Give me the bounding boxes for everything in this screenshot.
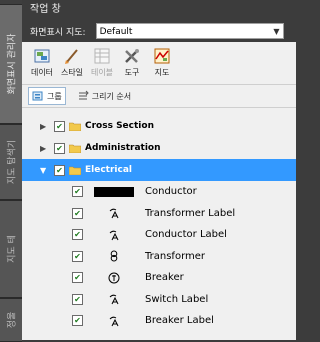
draw-order-icon (78, 90, 89, 100)
layer-checkbox[interactable]: ✔ (72, 315, 83, 327)
tree-group-label: Cross Section (85, 121, 154, 131)
transformer-symbol-icon (91, 250, 137, 262)
layer-checkbox[interactable]: ✔ (72, 229, 83, 241)
expand-arrow-icon[interactable]: ▶ (40, 144, 48, 153)
task-pane-title: 작업 창 (22, 0, 296, 20)
display-map-value: Default (99, 27, 133, 37)
tab-draw-order[interactable]: 그리기 순서 (74, 88, 134, 104)
view-mode-tabs: 그룹 그리기 순서 (22, 85, 296, 108)
tool-table[interactable]: 테이블 (88, 42, 116, 78)
folder-icon (69, 144, 81, 153)
side-tab-label: 정울 (7, 311, 18, 329)
group-checkbox[interactable]: ✔ (54, 120, 65, 132)
layer-row-breaker[interactable]: ✔ Breaker (22, 267, 296, 289)
label-a-icon (91, 207, 137, 219)
breaker-symbol-icon (91, 272, 137, 284)
tool-label: 데이터 (30, 68, 54, 77)
group-checkbox[interactable]: ✔ (54, 142, 65, 154)
expand-arrow-icon[interactable]: ▶ (40, 122, 48, 131)
side-tab-map-book[interactable]: 지도 테 (0, 200, 22, 298)
tree-group-administration[interactable]: ▶ ✔ Administration (22, 137, 296, 159)
layer-label: Transformer (145, 250, 206, 262)
group-icon (32, 91, 43, 101)
side-tab-label: 지도 탐색기 (7, 139, 18, 185)
tool-label: 스타일 (60, 68, 84, 77)
label-a-icon (91, 293, 137, 305)
label-a-icon (91, 315, 137, 327)
side-tab-label: 지도 테 (7, 235, 18, 263)
layer-row-conductor-label[interactable]: ✔ Conductor Label (22, 224, 296, 246)
tool-data[interactable]: 데이터 (28, 42, 56, 78)
layer-checkbox[interactable]: ✔ (72, 186, 83, 198)
task-pane: 작업 창 화면표시 지도: Default ▼ 데이터 스타일 테이블 도구 지… (22, 0, 296, 340)
side-tab-map-explorer[interactable]: 지도 탐색기 (0, 124, 22, 200)
layer-checkbox[interactable]: ✔ (72, 250, 83, 262)
tab-draw-order-label: 그리기 순서 (91, 91, 132, 101)
layer-label: Conductor (145, 186, 197, 198)
tool-map[interactable]: 지도 (148, 42, 176, 78)
layer-row-conductor[interactable]: ✔ Conductor (22, 181, 296, 203)
tool-label: 테이블 (90, 68, 114, 77)
tool-label: 도구 (124, 68, 140, 77)
layer-label: Switch Label (145, 293, 209, 305)
side-tab-fourth[interactable]: 정울 (0, 298, 22, 342)
tab-group[interactable]: 그룹 (28, 87, 66, 105)
tool-tools[interactable]: 도구 (118, 42, 146, 78)
layer-checkbox[interactable]: ✔ (72, 293, 83, 305)
tree-group-electrical[interactable]: ▼ ✔ Electrical (22, 159, 296, 181)
tree-group-label: Administration (85, 143, 161, 153)
folder-icon (69, 122, 81, 131)
label-a-icon (91, 229, 137, 241)
tree-group-cross-section[interactable]: ▶ ✔ Cross Section (22, 115, 296, 137)
tool-style[interactable]: 스타일 (58, 42, 86, 78)
layer-row-switch-label[interactable]: ✔ Switch Label (22, 289, 296, 311)
black-bar-icon (91, 186, 137, 197)
tools-icon (122, 46, 142, 66)
side-tab-strip: 화면표시 관리자 지도 탐색기 지도 테 정울 (0, 0, 22, 342)
style-brush-icon (62, 46, 82, 66)
layer-label: Breaker (145, 272, 184, 284)
layer-checkbox[interactable]: ✔ (72, 207, 83, 219)
tree-group-label: Electrical (85, 165, 132, 175)
map-icon (152, 46, 172, 66)
folder-icon (69, 166, 81, 175)
tool-label: 지도 (154, 68, 170, 77)
layer-label: Transformer Label (145, 207, 236, 219)
layer-row-transformer[interactable]: ✔ Transformer (22, 246, 296, 268)
display-map-select[interactable]: Default ▼ (95, 23, 284, 39)
layer-row-breaker-label[interactable]: ✔ Breaker Label (22, 310, 296, 332)
chevron-down-icon: ▼ (273, 27, 280, 36)
tab-group-label: 그룹 (47, 91, 62, 101)
data-icon (32, 46, 52, 66)
side-tab-display-manager[interactable]: 화면표시 관리자 (0, 4, 22, 124)
layer-label: Breaker Label (145, 315, 214, 327)
display-manager-toolbar: 데이터 스타일 테이블 도구 지도 (22, 42, 296, 85)
collapse-arrow-icon[interactable]: ▼ (40, 166, 48, 175)
group-checkbox[interactable]: ✔ (54, 164, 65, 176)
side-tab-label: 화면표시 관리자 (7, 33, 18, 95)
layer-tree: ▶ ✔ Cross Section ▶ ✔ Administration ▼ ✔… (22, 115, 296, 332)
layer-checkbox[interactable]: ✔ (72, 272, 83, 284)
display-map-row: 화면표시 지도: Default ▼ (22, 20, 296, 42)
layer-row-transformer-label[interactable]: ✔ Transformer Label (22, 203, 296, 225)
display-map-label: 화면표시 지도: (30, 27, 86, 38)
layer-label: Conductor Label (145, 229, 227, 241)
table-icon (92, 46, 112, 66)
